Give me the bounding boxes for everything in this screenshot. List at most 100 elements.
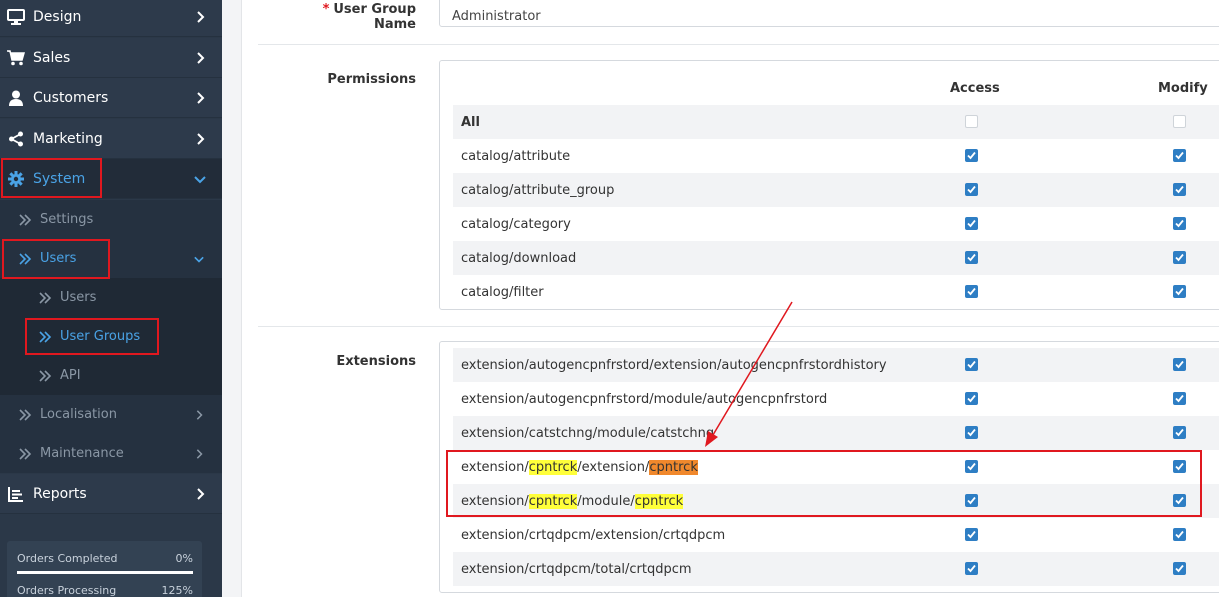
access-checkbox[interactable] [965,460,978,473]
access-checkbox[interactable] [965,217,978,230]
access-checkbox[interactable] [965,426,978,439]
menu-system[interactable]: System [0,159,222,199]
modify-checkbox[interactable] [1173,460,1186,473]
modify-checkbox[interactable] [1173,426,1186,439]
double-chevron-icon [19,213,32,226]
access-checkbox[interactable] [965,358,978,371]
table-row: catalog/filter [453,275,1219,309]
gear-icon [6,169,26,189]
progress-bar [17,571,193,574]
table-row: extension/cpntrck/extension/cpntrck [453,450,1219,484]
menu-label: System [33,170,86,187]
stat-label: Orders Processing [17,584,117,597]
sidebar-item-user-groups[interactable]: User Groups [0,317,222,356]
chevron-down-icon [194,256,204,263]
access-checkbox[interactable] [965,494,978,507]
double-chevron-icon [39,330,52,343]
menu-marketing[interactable]: Marketing [0,119,222,159]
modify-checkbox[interactable] [1173,392,1186,405]
modify-checkbox[interactable] [1173,183,1186,196]
stat-orders-completed: Orders Completed 0% [17,552,193,565]
menu-reports[interactable]: Reports [0,474,222,514]
required-mark: * [322,2,330,17]
chevron-right-icon [197,10,205,23]
chevron-right-icon [197,51,205,64]
access-all-checkbox[interactable] [965,115,978,128]
sidebar-item-maintenance[interactable]: Maintenance [0,434,222,473]
menu-label: Customers [33,89,109,106]
table-row: extension/crtqdpcm/total/crtqdpcm [453,552,1219,586]
access-checkbox[interactable] [965,251,978,264]
access-checkbox[interactable] [965,528,978,541]
path-part: /extension/ [577,459,650,475]
row-label: catalog/attribute [461,148,571,164]
sidebar-item-users[interactable]: Users [0,278,222,317]
access-checkbox[interactable] [965,285,978,298]
cart-icon [6,48,26,68]
highlighted-text: cpntrck [634,493,684,509]
desktop-icon [6,7,26,27]
permissions-list: Access Modify All catalog/attribute cata… [439,60,1219,310]
chevron-down-icon [194,175,206,183]
access-checkbox[interactable] [965,392,978,405]
highlighted-text: cpntrck [528,459,578,475]
modify-checkbox[interactable] [1173,217,1186,230]
double-chevron-icon [39,369,52,382]
modify-all-checkbox[interactable] [1173,115,1186,128]
sidebar-item-label: User Groups [60,329,141,344]
menu-label: Sales [33,49,71,66]
double-chevron-icon [19,252,32,265]
access-checkbox[interactable] [965,183,978,196]
extensions-list: extension/autogencpnfrstord/extension/au… [439,341,1219,593]
user-group-name-input[interactable]: Administrator [439,0,1219,27]
sidebar-item-label: Users [40,251,77,266]
sidebar-item-label: Settings [40,212,94,227]
table-row: catalog/attribute_group [453,173,1219,207]
table-row: catalog/download [453,241,1219,275]
bar-chart-icon [6,484,26,504]
annotation-arrow-icon [705,301,793,447]
row-label: catalog/filter [461,284,544,300]
row-label: catalog/attribute_group [461,182,615,198]
path-part: extension/ [461,493,529,509]
menu-label: Design [33,8,82,25]
user-icon [6,88,26,108]
menu-sales[interactable]: Sales [0,38,222,78]
sidebar: Design Sales Customers Marketing System … [0,0,222,597]
chevron-right-icon [197,91,205,104]
modify-checkbox[interactable] [1173,494,1186,507]
chevron-right-icon [197,132,205,145]
menu-design[interactable]: Design [0,0,222,37]
permissions-label: Permissions [327,72,416,87]
chevron-right-icon [196,448,203,459]
sidebar-item-settings[interactable]: Settings [0,200,222,239]
sidebar-item-localisation[interactable]: Localisation [0,395,222,434]
divider [258,44,1219,45]
modify-checkbox[interactable] [1173,251,1186,264]
access-column-header: Access [950,81,1000,96]
menu-customers[interactable]: Customers [0,78,222,118]
modify-checkbox[interactable] [1173,285,1186,298]
modify-checkbox[interactable] [1173,358,1186,371]
stat-label: Orders Completed [17,552,118,565]
access-checkbox[interactable] [965,149,978,162]
stat-value: 125% [161,584,193,597]
modify-checkbox[interactable] [1173,149,1186,162]
user-group-name-label: * User Group Name [286,2,416,32]
permission-row-all: All [453,105,1219,139]
modify-checkbox[interactable] [1173,528,1186,541]
double-chevron-icon [19,447,32,460]
row-label: All [461,114,480,130]
sidebar-item-api[interactable]: API [0,356,222,395]
access-checkbox[interactable] [965,562,978,575]
sidebar-item-users-group[interactable]: Users [0,239,222,278]
table-row: extension/autogencpnfrstord/module/autog… [453,382,1219,416]
row-label: extension/crtqdpcm/extension/crtqdpcm [461,527,726,543]
table-row: extension/autogencpnfrstord/extension/au… [453,348,1219,382]
table-row: extension/catstchng/module/catstchng [453,416,1219,450]
menu-label: Reports [33,485,87,502]
sidebar-item-label: Users [60,290,97,305]
double-chevron-icon [39,291,52,304]
modify-checkbox[interactable] [1173,562,1186,575]
sidebar-item-label: Maintenance [40,446,124,461]
